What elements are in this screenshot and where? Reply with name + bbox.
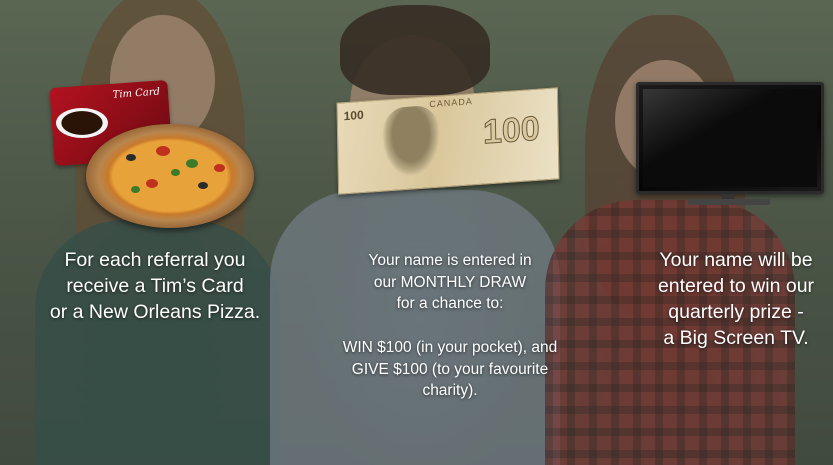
tim-card-label: Tim Card [112, 86, 161, 101]
caption-line: entered to win our [657, 274, 815, 297]
caption-line: our MONTHLY DRAW [373, 273, 527, 291]
caption-line: Your name will be [659, 249, 813, 271]
caption-line: quarterly prize - [668, 300, 804, 323]
big-screen-tv-image [636, 82, 824, 194]
bill-large-value: 100 [482, 109, 541, 152]
referral-reward-caption: For each referral you receive a Tim’s Ca… [20, 248, 290, 326]
canadian-100-bill-image: 100 CANADA 100 [336, 87, 560, 195]
monthly-draw-caption: Your name is entered in our MONTHLY DRAW… [300, 250, 600, 402]
tv-stand-base [688, 199, 770, 205]
caption-line: Your name is entered in [368, 252, 532, 269]
tv-screen [643, 89, 817, 187]
caption-line: receive a Tim’s Card [66, 274, 244, 297]
bill-country-text: CANADA [429, 96, 473, 110]
bill-corner-value: 100 [343, 107, 364, 124]
caption-line: or a New Orleans Pizza. [49, 300, 261, 323]
bill-portrait [381, 104, 441, 179]
caption-line: charity). [422, 382, 478, 400]
caption-line: for a chance to: [396, 295, 504, 313]
pizza-image [86, 124, 254, 228]
caption-line: a Big Screen TV. [663, 326, 809, 349]
caption-line: GIVE $100 (to your favourite [351, 360, 549, 378]
caption-line: WIN $100 (in your pocket), and [342, 339, 558, 357]
quarterly-prize-caption: Your name will be entered to win our qua… [636, 248, 833, 352]
coffee-cup-image [56, 108, 108, 138]
caption-line: For each referral you [64, 249, 246, 271]
promo-banner: Tim Card 100 CANADA 100 For each referra… [0, 0, 833, 465]
